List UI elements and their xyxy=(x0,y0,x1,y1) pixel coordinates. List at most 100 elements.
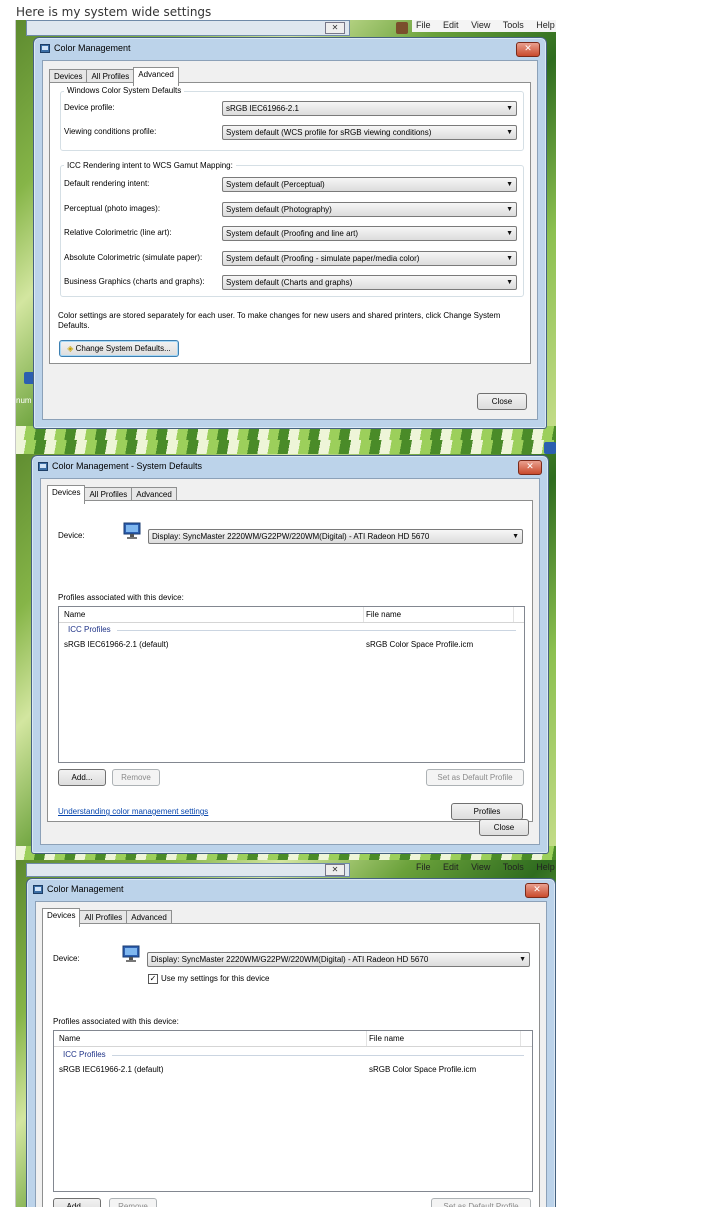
column-divider[interactable] xyxy=(363,607,364,622)
taskbar-strip xyxy=(16,440,556,454)
window-title: Color Management xyxy=(47,884,124,894)
col-file-name[interactable]: File name xyxy=(366,610,401,619)
menu-edit[interactable]: Edit xyxy=(443,862,459,872)
tab-devices[interactable]: Devices xyxy=(42,908,81,927)
color-management-icon xyxy=(40,44,50,53)
group-divider xyxy=(112,1055,524,1056)
profiles-associated-label: Profiles associated with this device: xyxy=(53,1017,179,1026)
profile-file[interactable]: sRGB Color Space Profile.icm xyxy=(369,1065,476,1074)
chevron-down-icon: ▼ xyxy=(506,105,513,112)
titlebar: Color Management ✕ xyxy=(27,879,555,901)
use-settings-label[interactable]: Use my settings for this device xyxy=(161,974,269,983)
icc-profiles-group: ICC Profiles xyxy=(63,1050,106,1059)
column-divider[interactable] xyxy=(520,1031,521,1046)
chevron-down-icon: ▼ xyxy=(506,279,513,286)
dialog-color-management: Color Management ✕ Devices All Profiles … xyxy=(33,37,547,429)
menu-file[interactable]: File xyxy=(416,20,431,30)
profiles-list[interactable]: Name File name ICC Profiles sRGB IEC6196… xyxy=(53,1030,533,1192)
close-button[interactable]: Close xyxy=(477,393,527,410)
background-menubar: File Edit View Tools Help xyxy=(412,20,556,32)
window-close-button[interactable]: ✕ xyxy=(516,42,540,57)
monitor-icon xyxy=(123,522,141,539)
dialog-color-management: Color Management ✕ Devices All Profiles … xyxy=(26,878,556,1207)
profiles-button[interactable]: Profiles xyxy=(451,803,523,820)
viewing-conditions-combo[interactable]: System default (WCS profile for sRGB vie… xyxy=(222,125,517,140)
screenshot-advanced-tab: ✕ File Edit View Tools Help num Color Ma… xyxy=(16,20,556,440)
device-combo[interactable]: Display: SyncMaster 2220WM/G22PW/220WM(D… xyxy=(147,952,530,967)
change-system-defaults-button[interactable]: ◈ Change System Defaults... xyxy=(59,340,179,357)
profiles-list[interactable]: Name File name ICC Profiles sRGB IEC6196… xyxy=(58,606,525,763)
rendering-intent-label: Default rendering intent: xyxy=(64,179,150,188)
col-file-name[interactable]: File name xyxy=(369,1034,404,1043)
add-button[interactable]: Add... xyxy=(58,769,106,786)
titlebar: Color Management ✕ xyxy=(34,38,546,60)
absolute-colorimetric-label: Absolute Colorimetric (simulate paper): xyxy=(64,253,203,262)
menu-edit[interactable]: Edit xyxy=(443,20,459,30)
add-button[interactable]: Add... xyxy=(53,1198,101,1207)
bg-close-icon: ✕ xyxy=(325,22,345,34)
viewing-conditions-label: Viewing conditions profile: xyxy=(64,127,157,136)
tab-devices[interactable]: Devices xyxy=(47,485,86,504)
window-title: Color Management xyxy=(54,43,131,53)
rendering-intent-value: System default (Perceptual) xyxy=(226,180,325,189)
relative-colorimetric-combo[interactable]: System default (Proofing and line art) ▼ xyxy=(222,226,517,241)
remove-button[interactable]: Remove xyxy=(109,1198,157,1207)
window-close-button[interactable]: ✕ xyxy=(525,883,549,898)
menu-help[interactable]: Help xyxy=(536,20,555,30)
devices-panel: Device: Display: SyncMaster 2220WM/G22PW… xyxy=(47,500,533,822)
profiles-associated-label: Profiles associated with this device: xyxy=(58,593,184,602)
wcs-group xyxy=(60,91,524,151)
background-window: ✕ xyxy=(26,20,350,36)
background-menubar: File Edit View Tools Help xyxy=(412,860,556,874)
use-settings-checkbox[interactable]: ✓ xyxy=(148,974,158,984)
profile-name[interactable]: sRGB IEC61966-2.1 (default) xyxy=(64,640,169,649)
column-divider[interactable] xyxy=(366,1031,367,1046)
device-label: Device: xyxy=(53,954,80,963)
shield-icon: ◈ xyxy=(67,344,74,353)
tab-strip: Devices All Profiles Advanced xyxy=(42,908,172,927)
column-divider[interactable] xyxy=(513,607,514,622)
icc-group-label: ICC Rendering intent to WCS Gamut Mappin… xyxy=(64,161,236,170)
list-header: Name File name xyxy=(54,1031,532,1047)
remove-button[interactable]: Remove xyxy=(112,769,160,786)
relative-colorimetric-label: Relative Colorimetric (line art): xyxy=(64,228,172,237)
window-close-button[interactable]: ✕ xyxy=(518,460,542,475)
rendering-intent-combo[interactable]: System default (Perceptual) ▼ xyxy=(222,177,517,192)
perceptual-label: Perceptual (photo images): xyxy=(64,204,161,213)
set-default-profile-button[interactable]: Set as Default Profile xyxy=(426,769,524,786)
device-profile-combo[interactable]: sRGB IEC61966-2.1 ▼ xyxy=(222,101,517,116)
window-title: Color Management - System Defaults xyxy=(52,461,203,471)
menu-tools[interactable]: Tools xyxy=(503,20,524,30)
device-combo[interactable]: Display: SyncMaster 2220WM/G22PW/220WM(D… xyxy=(148,529,523,544)
color-management-icon xyxy=(33,885,43,894)
note-line-2: Defaults. xyxy=(58,321,90,330)
absolute-colorimetric-combo[interactable]: System default (Proofing - simulate pape… xyxy=(222,251,517,266)
menu-help[interactable]: Help xyxy=(536,862,555,872)
profile-file[interactable]: sRGB Color Space Profile.icm xyxy=(366,640,473,649)
set-default-profile-button[interactable]: Set as Default Profile xyxy=(431,1198,531,1207)
icc-profiles-group: ICC Profiles xyxy=(68,625,111,634)
dialog-body: Devices All Profiles Advanced Device: Di… xyxy=(40,478,540,845)
col-name[interactable]: Name xyxy=(64,610,85,619)
menu-tools[interactable]: Tools xyxy=(503,862,524,872)
dialog-system-defaults: Color Management - System Defaults ✕ Dev… xyxy=(31,455,549,854)
tab-advanced[interactable]: Advanced xyxy=(133,67,179,86)
device-label: Device: xyxy=(58,531,85,540)
business-graphics-value: System default (Charts and graphs) xyxy=(226,278,353,287)
close-button[interactable]: Close xyxy=(479,819,529,836)
business-graphics-combo[interactable]: System default (Charts and graphs) ▼ xyxy=(222,275,517,290)
perceptual-combo[interactable]: System default (Photography) ▼ xyxy=(222,202,517,217)
absolute-colorimetric-value: System default (Proofing - simulate pape… xyxy=(226,254,420,263)
post-caption: Here is my system wide settings xyxy=(16,5,212,19)
chevron-down-icon: ▼ xyxy=(506,181,513,188)
monitor-icon xyxy=(122,945,140,962)
menu-view[interactable]: View xyxy=(471,862,490,872)
tab-strip: Devices All Profiles Advanced xyxy=(49,67,179,86)
profile-name[interactable]: sRGB IEC61966-2.1 (default) xyxy=(59,1065,164,1074)
menu-file[interactable]: File xyxy=(416,862,431,872)
relative-colorimetric-value: System default (Proofing and line art) xyxy=(226,229,359,238)
menu-view[interactable]: View xyxy=(471,20,490,30)
col-name[interactable]: Name xyxy=(59,1034,80,1043)
help-link[interactable]: Understanding color management settings xyxy=(58,807,208,816)
list-header: Name File name xyxy=(59,607,524,623)
